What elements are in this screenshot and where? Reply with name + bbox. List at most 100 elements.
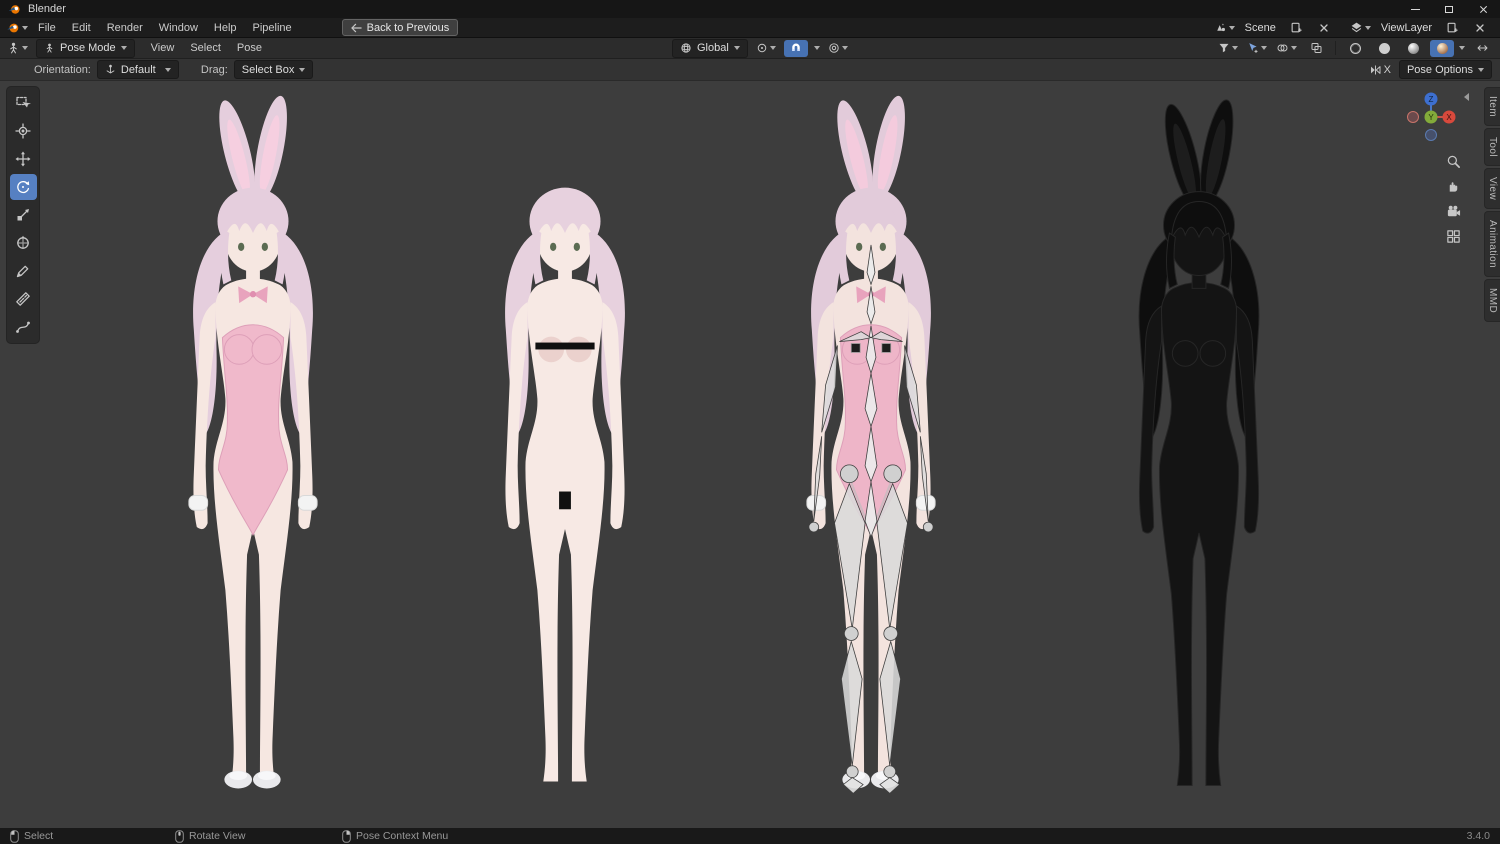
menu-pose[interactable]: Pose — [229, 38, 270, 58]
remove-viewlayer-button[interactable] — [1468, 19, 1492, 36]
chevron-down-icon — [1232, 46, 1238, 50]
menu-help[interactable]: Help — [206, 18, 245, 38]
model-girl-nude-censored[interactable] — [452, 91, 678, 821]
chevron-down-icon — [22, 46, 28, 50]
status-bar: Select Rotate View Pose Context Menu 3.4… — [0, 828, 1500, 844]
tab-view[interactable]: View — [1484, 168, 1500, 210]
axis-neg-z-ball[interactable] — [1425, 129, 1437, 141]
filter-funnel-icon — [1219, 43, 1229, 53]
zoom-button[interactable] — [1443, 151, 1463, 171]
transform-orientation-dropdown[interactable]: Global — [672, 38, 748, 58]
chevron-down-icon — [733, 46, 740, 50]
overlays-dropdown[interactable] — [1274, 40, 1299, 57]
model-girl-armature[interactable] — [758, 91, 984, 821]
object-type-visibility-dropdown[interactable] — [1216, 40, 1240, 57]
tab-animation[interactable]: Animation — [1484, 211, 1500, 278]
pose-options-dropdown[interactable]: Pose Options — [1398, 60, 1492, 79]
mirror-butterfly-icon — [1370, 64, 1381, 75]
chevron-down-icon — [1364, 25, 1371, 30]
axis-neg-x-ball[interactable] — [1407, 111, 1419, 123]
maximize-icon — [1445, 5, 1453, 13]
mode-dropdown[interactable]: Pose Mode — [36, 38, 135, 58]
snap-settings-chevron[interactable] — [813, 46, 820, 50]
back-arrow-icon — [350, 23, 362, 32]
status-select: Select — [10, 828, 53, 844]
close-button[interactable] — [1466, 0, 1500, 18]
sidebar-tabs: Item Tool View Animation MMD — [1484, 87, 1500, 323]
tool-scale[interactable] — [10, 202, 37, 228]
magnet-icon — [792, 43, 800, 51]
new-scene-button[interactable] — [1284, 19, 1308, 36]
sidebar-collapse-arrow-icon[interactable] — [1464, 93, 1469, 101]
pose-mode-icon — [46, 43, 53, 53]
tool-transform[interactable] — [10, 230, 37, 256]
editor-type-button[interactable] — [5, 40, 30, 57]
shading-material-button[interactable] — [1401, 40, 1425, 57]
tab-tool[interactable]: Tool — [1484, 128, 1500, 167]
menu-window[interactable]: Window — [151, 18, 206, 38]
minimize-icon — [1410, 8, 1420, 10]
gizmos-dropdown[interactable] — [1245, 40, 1269, 57]
tab-item[interactable]: Item — [1484, 87, 1500, 127]
close-icon — [1476, 23, 1484, 32]
tool-move[interactable] — [10, 146, 37, 172]
tab-mmd[interactable]: MMD — [1484, 279, 1500, 323]
pose-options-cluster: X Pose Options — [1367, 60, 1492, 79]
menu-pipeline[interactable]: Pipeline — [245, 18, 300, 38]
tool-measure[interactable] — [10, 286, 37, 312]
pan-button[interactable] — [1443, 176, 1463, 196]
drag-dropdown[interactable]: Select Box — [233, 60, 314, 79]
shading-rendered-button[interactable] — [1430, 39, 1454, 57]
tool-cursor[interactable] — [10, 118, 37, 144]
navigation-gizmo[interactable]: Z X Y — [1402, 88, 1460, 146]
arrows-horizontal-icon — [1477, 45, 1487, 51]
blender-window: Blender File Edit Render Window Help Pip… — [0, 0, 1500, 844]
tool-rotate[interactable] — [9, 174, 37, 200]
xray-toggle[interactable] — [1304, 40, 1328, 57]
scene-icon — [1216, 23, 1225, 32]
pivot-point-dropdown[interactable] — [754, 40, 778, 57]
pose-mirror-toggle[interactable]: X — [1367, 61, 1393, 78]
tool-select-box[interactable] — [10, 90, 37, 116]
editor-expand-button[interactable] — [1470, 40, 1494, 57]
rendered-sphere-icon — [1436, 42, 1448, 54]
tool-pose-breakdowner[interactable] — [10, 314, 37, 340]
overlays-icon — [1277, 44, 1288, 52]
unlink-scene-button[interactable] — [1312, 19, 1336, 36]
minimize-button[interactable] — [1398, 0, 1432, 18]
blender-app-icon — [7, 23, 19, 32]
maximize-button[interactable] — [1432, 0, 1466, 18]
camera-view-button[interactable] — [1443, 201, 1463, 221]
viewlayer-name[interactable]: ViewLayer — [1377, 22, 1436, 34]
shading-wireframe-button[interactable] — [1343, 40, 1367, 57]
shading-settings-chevron[interactable] — [1459, 46, 1465, 50]
model-girl-bunny-suit[interactable] — [140, 91, 366, 821]
chevron-down-icon — [1291, 46, 1297, 50]
shading-solid-button[interactable] — [1372, 40, 1396, 57]
globe-icon — [681, 43, 691, 53]
xray-icon — [1311, 43, 1321, 53]
model-girl-wireframe[interactable] — [1086, 95, 1312, 825]
menu-view[interactable]: View — [143, 38, 183, 58]
menu-select[interactable]: Select — [182, 38, 229, 58]
snap-toggle[interactable] — [783, 39, 808, 57]
close-icon — [1479, 5, 1488, 14]
menu-edit[interactable]: Edit — [64, 18, 99, 38]
menu-file[interactable]: File — [30, 18, 64, 38]
back-to-previous-button[interactable]: Back to Previous — [341, 19, 459, 36]
viewport-3d[interactable]: Z X Y Item Tool View Animation MMD — [0, 81, 1500, 828]
zoom-icon — [1447, 155, 1460, 168]
axis-x-label: X — [1446, 113, 1452, 122]
new-viewlayer-button[interactable] — [1440, 19, 1464, 36]
app-menu-button[interactable] — [4, 19, 30, 36]
scene-name[interactable]: Scene — [1241, 22, 1280, 34]
browse-viewlayer-button[interactable] — [1348, 19, 1373, 36]
proportional-editing-toggle[interactable] — [826, 40, 850, 57]
orientation-dropdown[interactable]: Default — [96, 60, 179, 79]
browse-scene-button[interactable] — [1212, 19, 1237, 36]
toggle-perspective-button[interactable] — [1443, 226, 1463, 246]
chevron-down-icon — [120, 46, 127, 50]
tool-annotate[interactable] — [10, 258, 37, 284]
menu-render[interactable]: Render — [99, 18, 151, 38]
mouse-right-icon — [342, 829, 351, 843]
